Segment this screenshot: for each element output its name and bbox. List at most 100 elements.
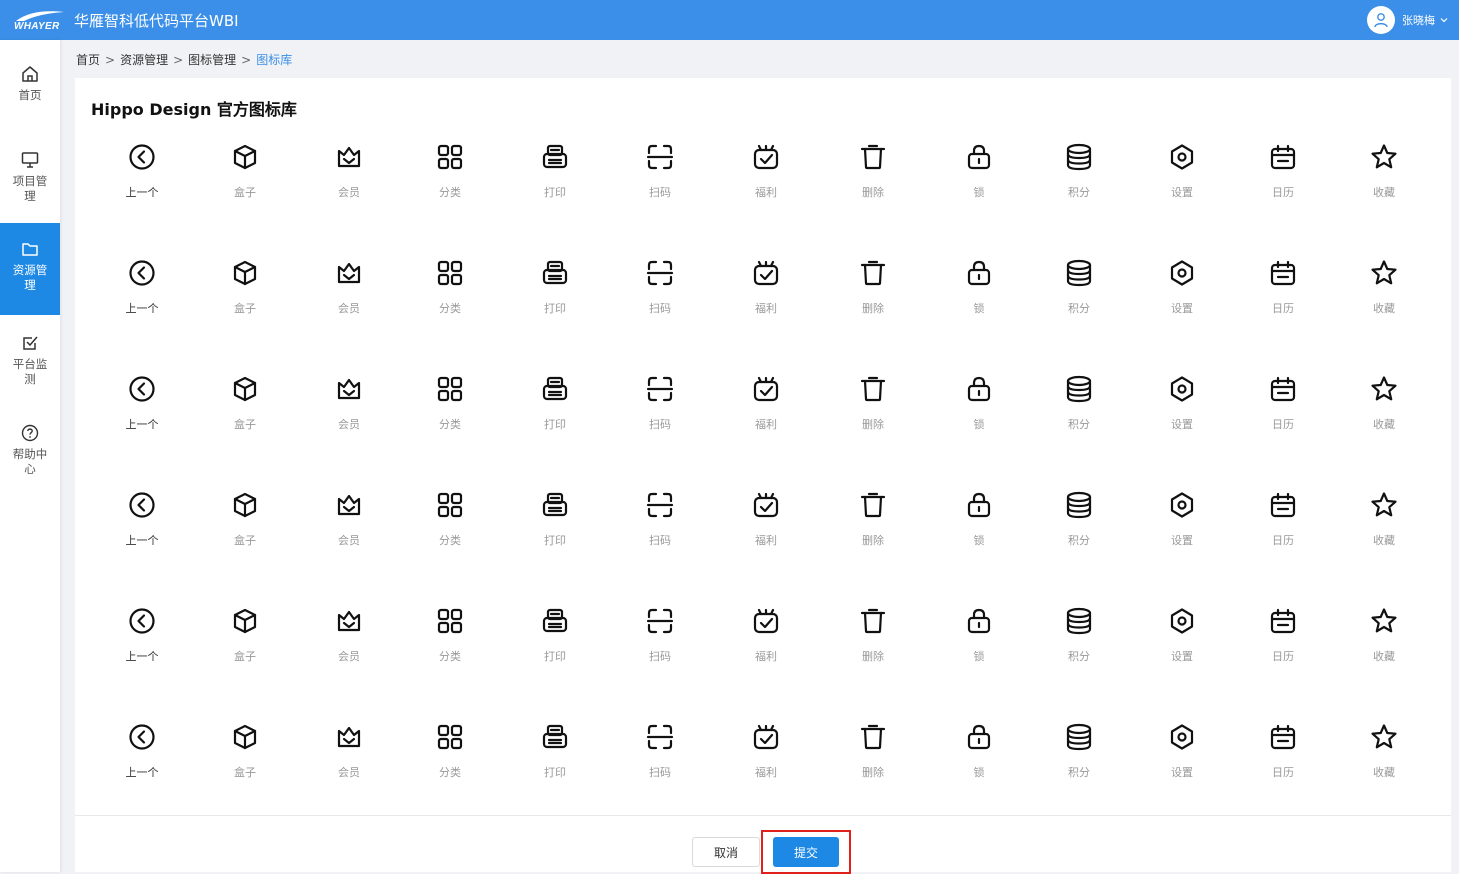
icon-card[interactable]: 积分 xyxy=(1039,374,1119,464)
icon-card[interactable]: 上一个 xyxy=(102,722,182,812)
icon-card[interactable]: 盒子 xyxy=(205,606,285,696)
icon-card[interactable]: 积分 xyxy=(1039,142,1119,232)
icon-card[interactable]: 删除 xyxy=(833,142,913,232)
icon-card[interactable]: 日历 xyxy=(1243,258,1323,348)
icon-card[interactable]: 分类 xyxy=(410,258,490,348)
icon-card[interactable]: 会员 xyxy=(309,606,389,696)
icon-card[interactable]: 分类 xyxy=(410,490,490,580)
icon-card[interactable]: 删除 xyxy=(833,490,913,580)
icon-card[interactable]: 日历 xyxy=(1243,142,1323,232)
icon-card[interactable]: 锁 xyxy=(939,606,1019,696)
icon-label: 打印 xyxy=(544,766,566,779)
icon-card[interactable]: 设置 xyxy=(1142,142,1222,232)
icon-card[interactable]: 扫码 xyxy=(620,258,700,348)
icon-card[interactable]: 打印 xyxy=(515,374,595,464)
icon-card[interactable]: 上一个 xyxy=(102,374,182,464)
icon-card[interactable]: 设置 xyxy=(1142,258,1222,348)
icon-card[interactable]: 日历 xyxy=(1243,606,1323,696)
icon-card[interactable]: 打印 xyxy=(515,606,595,696)
icon-card[interactable]: 扫码 xyxy=(620,374,700,464)
icon-card[interactable]: 分类 xyxy=(410,374,490,464)
icon-card[interactable]: 删除 xyxy=(833,722,913,812)
icon-card[interactable]: 扫码 xyxy=(620,490,700,580)
icon-card[interactable]: 上一个 xyxy=(102,606,182,696)
icon-card[interactable]: 盒子 xyxy=(205,374,285,464)
icon-card[interactable]: 积分 xyxy=(1039,606,1119,696)
sidebar-item-help[interactable]: 帮助中心 xyxy=(0,423,60,477)
breadcrumb-home[interactable]: 首页 xyxy=(76,51,100,68)
icon-card[interactable]: 收藏 xyxy=(1344,258,1424,348)
icon-card[interactable]: 打印 xyxy=(515,258,595,348)
icon-card[interactable]: 设置 xyxy=(1142,374,1222,464)
icon-card[interactable]: 上一个 xyxy=(102,258,182,348)
breadcrumb-icon-management[interactable]: 图标管理 xyxy=(188,51,236,68)
icon-card[interactable]: 分类 xyxy=(410,606,490,696)
icon-card[interactable]: 删除 xyxy=(833,258,913,348)
breadcrumb-resources[interactable]: 资源管理 xyxy=(120,51,168,68)
icon-card[interactable]: 积分 xyxy=(1039,490,1119,580)
icon-label: 会员 xyxy=(338,766,360,779)
icon-card[interactable]: 盒子 xyxy=(205,258,285,348)
icon-card[interactable]: 日历 xyxy=(1243,490,1323,580)
icon-card[interactable]: 盒子 xyxy=(205,722,285,812)
icon-card[interactable]: 打印 xyxy=(515,490,595,580)
icon-card[interactable]: 收藏 xyxy=(1344,142,1424,232)
icon-card[interactable]: 收藏 xyxy=(1344,374,1424,464)
icon-card[interactable]: 收藏 xyxy=(1344,490,1424,580)
icon-card[interactable]: 设置 xyxy=(1142,606,1222,696)
category-icon xyxy=(435,374,465,404)
icon-card[interactable]: 盒子 xyxy=(205,142,285,232)
submit-button[interactable]: 提交 xyxy=(773,837,839,867)
icon-card[interactable]: 上一个 xyxy=(102,142,182,232)
icon-card[interactable]: 收藏 xyxy=(1344,722,1424,812)
icon-card[interactable]: 福利 xyxy=(726,142,806,232)
icon-label: 打印 xyxy=(544,650,566,663)
icon-card[interactable]: 会员 xyxy=(309,374,389,464)
icon-card[interactable]: 删除 xyxy=(833,374,913,464)
icon-card[interactable]: 收藏 xyxy=(1344,606,1424,696)
icon-card[interactable]: 扫码 xyxy=(620,142,700,232)
icon-card[interactable]: 福利 xyxy=(726,722,806,812)
sidebar-item-home[interactable]: 首页 xyxy=(0,64,60,103)
icon-card[interactable]: 打印 xyxy=(515,142,595,232)
icon-card[interactable]: 福利 xyxy=(726,374,806,464)
icon-card[interactable]: 设置 xyxy=(1142,722,1222,812)
icon-card[interactable]: 扫码 xyxy=(620,606,700,696)
icon-card[interactable]: 福利 xyxy=(726,490,806,580)
icon-label: 收藏 xyxy=(1373,302,1395,315)
icon-card[interactable]: 日历 xyxy=(1243,722,1323,812)
icon-card[interactable]: 日历 xyxy=(1243,374,1323,464)
icon-label: 福利 xyxy=(755,650,777,663)
icon-card[interactable]: 上一个 xyxy=(102,490,182,580)
sidebar-item-projects[interactable]: 项目管理 xyxy=(0,150,60,204)
cancel-button[interactable]: 取消 xyxy=(692,837,760,867)
icon-card[interactable]: 积分 xyxy=(1039,258,1119,348)
icon-card[interactable]: 锁 xyxy=(939,258,1019,348)
icon-card[interactable]: 福利 xyxy=(726,258,806,348)
icon-card[interactable]: 分类 xyxy=(410,722,490,812)
icon-card[interactable]: 删除 xyxy=(833,606,913,696)
home-icon xyxy=(22,66,38,82)
whayer-logo[interactable]: WHAYER xyxy=(14,8,66,32)
icon-card[interactable]: 会员 xyxy=(309,490,389,580)
icon-card[interactable]: 盒子 xyxy=(205,490,285,580)
icon-card[interactable]: 扫码 xyxy=(620,722,700,812)
icon-card[interactable]: 会员 xyxy=(309,722,389,812)
icon-card[interactable]: 锁 xyxy=(939,490,1019,580)
icon-card[interactable]: 设置 xyxy=(1142,490,1222,580)
icon-card[interactable]: 分类 xyxy=(410,142,490,232)
user-menu[interactable]: 张晓梅 xyxy=(1367,5,1449,35)
icon-card[interactable]: 会员 xyxy=(309,142,389,232)
coins-icon xyxy=(1064,722,1094,752)
scan-icon xyxy=(645,722,675,752)
icon-card[interactable]: 锁 xyxy=(939,722,1019,812)
icon-card[interactable]: 锁 xyxy=(939,142,1019,232)
icon-card[interactable]: 福利 xyxy=(726,606,806,696)
sidebar-item-monitoring[interactable]: 平台监测 xyxy=(0,333,60,387)
sidebar-item-resources[interactable]: 资源管理 xyxy=(0,223,60,315)
icon-card[interactable]: 会员 xyxy=(309,258,389,348)
icon-card[interactable]: 打印 xyxy=(515,722,595,812)
prev-circle-icon xyxy=(127,374,157,404)
icon-card[interactable]: 锁 xyxy=(939,374,1019,464)
icon-card[interactable]: 积分 xyxy=(1039,722,1119,812)
